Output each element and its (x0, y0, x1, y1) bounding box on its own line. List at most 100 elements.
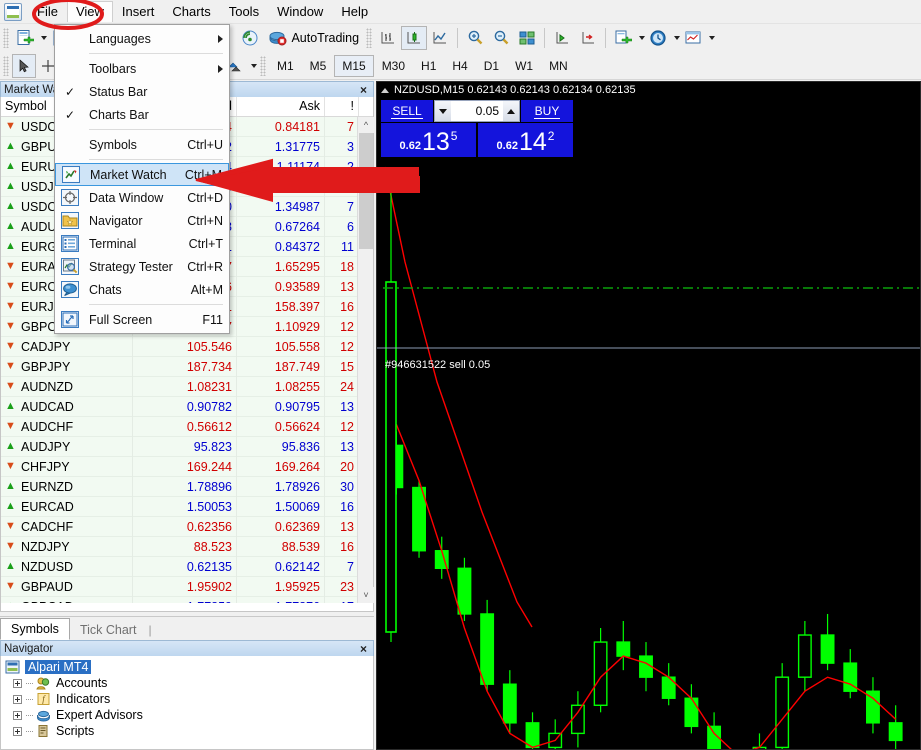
chart-shift-icon[interactable] (549, 26, 575, 50)
menu-insert[interactable]: Insert (113, 1, 164, 23)
navigator-close-icon[interactable]: × (357, 643, 370, 655)
column-header-ask[interactable]: Ask (237, 97, 325, 116)
table-row[interactable]: EURNZD 1.788961.7892630 (1, 476, 373, 497)
menu-help[interactable]: Help (332, 1, 377, 23)
expand-icon[interactable] (13, 710, 22, 720)
table-row[interactable]: GBPJPY 187.734187.74915 (1, 356, 373, 377)
toolbar-grip[interactable] (3, 28, 9, 48)
candlestick-chart-icon[interactable] (401, 26, 428, 50)
timeframe-mn[interactable]: MN (541, 55, 576, 77)
table-row[interactable]: EURCAD 1.500531.5006916 (1, 496, 373, 517)
one-click-trading-panel[interactable]: SELL 0.05 BUY 0.62 13 5 0.62 14 2 (381, 100, 573, 157)
table-row[interactable]: CHFJPY 169.244169.26420 (1, 456, 373, 477)
symbol-label: AUDCHF (21, 419, 74, 434)
view-menu-item-navigator[interactable]: Navigator Ctrl+N (55, 209, 229, 232)
tile-windows-icon[interactable] (514, 26, 540, 50)
timeframe-m15[interactable]: M15 (334, 54, 374, 77)
menu-tools[interactable]: Tools (220, 1, 268, 23)
period-clock-icon[interactable] (645, 26, 671, 50)
table-row[interactable]: GBPCAD 1.778591.7787617 (1, 596, 373, 603)
table-row[interactable]: AUDNZD 1.082311.0825524 (1, 376, 373, 397)
scroll-up-icon[interactable]: ^ (358, 117, 374, 133)
view-menu-item-data-window[interactable]: Data Window Ctrl+D (55, 186, 229, 209)
table-row[interactable]: NZDUSD 0.621350.621427 (1, 556, 373, 577)
scroll-down-icon[interactable]: ˅ (358, 587, 374, 603)
navigator-item-indicators[interactable]: f Indicators (3, 691, 371, 707)
sell-button[interactable]: SELL (381, 100, 433, 122)
toolbar-grip-3[interactable] (3, 55, 9, 76)
menu-view[interactable]: View (66, 1, 113, 22)
cursor-icon[interactable] (12, 53, 36, 78)
zoom-in-icon[interactable] (462, 26, 488, 50)
view-menu-item-terminal[interactable]: Terminal Ctrl+T (55, 232, 229, 255)
menu-file[interactable]: File (28, 1, 67, 23)
chart-window[interactable]: NZDUSD,M15 0.62143 0.62143 0.62134 0.621… (376, 81, 921, 750)
line-chart-icon[interactable] (427, 26, 453, 50)
view-menu-item-toolbars[interactable]: Toolbars (55, 57, 229, 80)
toolbar-grip-4[interactable] (260, 55, 266, 76)
view-menu-item-charts-bar[interactable]: ✓ Charts Bar (55, 103, 229, 126)
table-row[interactable]: NZDJPY 88.52388.53916 (1, 536, 373, 557)
navigator-root-item[interactable]: Alpari MT4 (3, 659, 371, 675)
market-watch-close-icon[interactable]: × (357, 84, 370, 96)
view-menu-item-status-bar[interactable]: ✓ Status Bar (55, 80, 229, 103)
timeframe-d1[interactable]: D1 (476, 55, 507, 77)
menu-charts[interactable]: Charts (163, 1, 219, 23)
table-row[interactable]: AUDJPY 95.82395.83613 (1, 436, 373, 457)
volume-decrease-icon[interactable] (435, 101, 451, 121)
timeframe-h1[interactable]: H1 (413, 55, 444, 77)
volume-value[interactable]: 0.05 (451, 101, 503, 121)
zoom-out-icon[interactable] (488, 26, 514, 50)
timeframe-w1[interactable]: W1 (507, 55, 541, 77)
column-header-spread[interactable]: ! (325, 97, 359, 116)
arrows-dropdown-caret[interactable] (251, 63, 257, 68)
cell-ask: 0.93589 (237, 276, 325, 297)
volume-stepper[interactable]: 0.05 (434, 100, 520, 122)
expand-icon[interactable] (13, 694, 22, 704)
view-menu-item-chats[interactable]: Chats Alt+M (55, 278, 229, 301)
signals-icon[interactable] (236, 26, 264, 50)
view-menu-item-languages[interactable]: Languages (55, 27, 229, 50)
navigator-item-label: Expert Advisors (56, 708, 143, 722)
menu-window[interactable]: Window (268, 1, 332, 23)
new-chart-button[interactable] (12, 26, 38, 50)
expand-icon[interactable] (13, 726, 22, 736)
scrollbar-thumb[interactable] (359, 133, 373, 249)
arrow-down-icon (5, 417, 16, 435)
tab-symbols[interactable]: Symbols (0, 618, 70, 640)
view-menu-item-symbols[interactable]: Symbols Ctrl+U (55, 133, 229, 156)
navigator-item-scripts[interactable]: Scripts (3, 723, 371, 739)
buy-price-display[interactable]: 0.62 14 2 (478, 123, 573, 157)
view-menu-item-market-watch[interactable]: Market Watch Ctrl+M (55, 163, 229, 186)
indicators-icon[interactable] (610, 26, 636, 50)
toolbar-grip-2[interactable] (366, 28, 373, 48)
menu-item-shortcut: Ctrl+R (187, 259, 223, 274)
navigator-item-expert-advisors[interactable]: Expert Advisors (3, 707, 371, 723)
view-menu-item-full-screen[interactable]: Full Screen F11 (55, 308, 229, 331)
timeframe-m30[interactable]: M30 (374, 55, 413, 77)
table-row[interactable]: AUDCHF 0.566120.5662412 (1, 416, 373, 437)
sell-price-display[interactable]: 0.62 13 5 (381, 123, 476, 157)
buy-button[interactable]: BUY (521, 100, 573, 122)
table-row[interactable]: GBPAUD 1.959021.9592523 (1, 576, 373, 597)
navigator-item-accounts[interactable]: Accounts (3, 675, 371, 691)
autotrading-button[interactable]: AutoTrading (264, 26, 363, 50)
menu-item-shortcut: Ctrl+N (187, 213, 223, 228)
bar-chart-icon[interactable] (375, 26, 401, 50)
toolbar-separator-2 (457, 28, 459, 48)
table-row[interactable]: CADCHF 0.623560.6236913 (1, 516, 373, 537)
table-row[interactable]: AUDCAD 0.907820.9079513 (1, 396, 373, 417)
timeframe-m1[interactable]: M1 (269, 55, 302, 77)
auto-scroll-icon[interactable] (575, 26, 601, 50)
table-row[interactable]: CADJPY 105.546105.55812 (1, 336, 373, 357)
timeframe-m5[interactable]: M5 (302, 55, 335, 77)
templates-dropdown-caret[interactable] (709, 36, 716, 40)
view-dropdown-menu[interactable]: Languages Toolbars ✓ Status Bar ✓ Charts Bar S… (54, 24, 230, 334)
market-watch-scrollbar[interactable]: ^ ˅ (357, 117, 374, 603)
timeframe-h4[interactable]: H4 (444, 55, 475, 77)
view-menu-item-strategy-tester[interactable]: Strategy Tester Ctrl+R (55, 255, 229, 278)
volume-increase-icon[interactable] (503, 101, 519, 121)
tab-tick-chart[interactable]: Tick Chart (70, 620, 147, 640)
expand-icon[interactable] (13, 678, 22, 688)
templates-icon[interactable] (680, 26, 706, 50)
